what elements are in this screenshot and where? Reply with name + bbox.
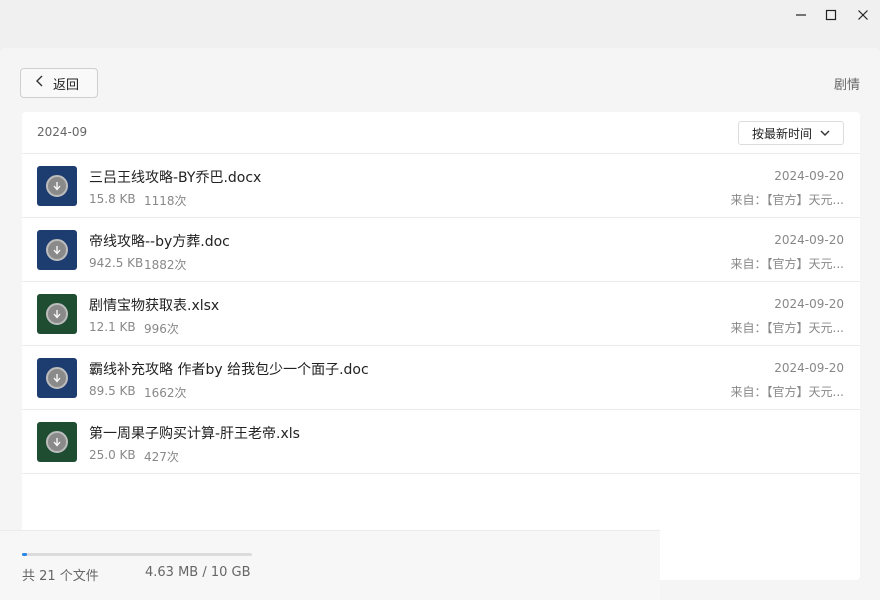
download-icon <box>46 431 68 453</box>
download-count: 427次 <box>144 450 179 464</box>
excel-file-icon <box>37 422 77 462</box>
file-name: 帝线攻略--by方葬.doc <box>89 234 230 250</box>
file-size: 942.5 KB <box>89 256 144 270</box>
close-icon[interactable] <box>852 4 874 26</box>
file-row[interactable]: 剧情宝物获取表.xlsx 12.1 KB 996次 2024-09-20 来自：… <box>22 282 860 346</box>
main-content: 返回 剧情 拟车吃果总藏何报表（自元尽构深）.xlsx 15.3 KB 711次… <box>0 48 880 600</box>
word-file-icon <box>37 230 77 270</box>
file-row[interactable]: 霸线补充攻略 作者by 给我包少一个面子.doc 89.5 KB 1662次 2… <box>22 346 860 410</box>
download-icon <box>46 367 68 389</box>
file-row[interactable]: 第一周果子购买计算-肝王老帝.xls 25.0 KB 427次 <box>22 410 860 474</box>
excel-file-icon <box>37 294 77 334</box>
word-file-icon <box>37 166 77 206</box>
file-name: 剧情宝物获取表.xlsx <box>89 298 220 314</box>
category-label: 剧情 <box>833 78 860 93</box>
chevron-down-icon <box>820 126 830 140</box>
chevron-left-icon <box>35 75 45 91</box>
back-button[interactable]: 返回 <box>20 68 98 98</box>
storage-progress-bar <box>22 553 252 556</box>
download-icon <box>46 303 68 325</box>
file-date: 2024-09-20 <box>774 169 844 183</box>
maximize-icon[interactable] <box>820 4 842 26</box>
file-panel: 拟车吃果总藏何报表（自元尽构深）.xlsx 15.3 KB 711次 2024-… <box>22 112 860 580</box>
sort-dropdown[interactable]: 按最新时间 <box>738 121 844 145</box>
word-file-icon <box>37 358 77 398</box>
back-label: 返回 <box>53 77 80 93</box>
storage-used: 4.63 MB / 10 GB <box>145 565 251 580</box>
download-count: 1118次 <box>144 194 187 208</box>
file-source: 来自：【官方】天元... <box>730 385 844 399</box>
download-count: 996次 <box>144 322 179 336</box>
file-source: 来自：【官方】天元... <box>730 257 844 271</box>
file-date: 2024-09-20 <box>774 361 844 375</box>
file-size: 12.1 KB <box>89 320 136 334</box>
minimize-icon[interactable] <box>790 4 812 26</box>
file-size: 15.8 KB <box>89 192 136 206</box>
storage-footer: 共 21 个文件 4.63 MB / 10 GB <box>0 530 660 600</box>
file-name: 霸线补充攻略 作者by 给我包少一个面子.doc <box>89 362 369 378</box>
file-row[interactable]: 三吕王线攻略-BY乔巴.docx 15.8 KB 1118次 2024-09-2… <box>22 154 860 218</box>
download-icon <box>46 239 68 261</box>
file-list: 拟车吃果总藏何报表（自元尽构深）.xlsx 15.3 KB 711次 2024-… <box>22 112 860 474</box>
download-count: 1662次 <box>144 386 187 400</box>
download-icon <box>46 175 68 197</box>
file-name: 三吕王线攻略-BY乔巴.docx <box>89 170 262 186</box>
file-name: 第一周果子购买计算-肝王老帝.xls <box>89 426 300 442</box>
panel-header: 2024-09 按最新时间 <box>22 112 860 152</box>
file-date: 2024-09-20 <box>774 233 844 247</box>
file-size: 25.0 KB <box>89 448 136 462</box>
file-row[interactable]: 帝线攻略--by方葬.doc 942.5 KB 1882次 2024-09-20… <box>22 218 860 282</box>
file-size: 89.5 KB <box>89 384 136 398</box>
file-source: 来自：【官方】天元... <box>730 321 844 335</box>
storage-progress-fill <box>22 553 27 556</box>
sort-label: 按最新时间 <box>751 126 812 141</box>
file-date: 2024-09-20 <box>774 297 844 311</box>
file-total: 共 21 个文件 <box>22 569 99 584</box>
title-bar <box>0 0 880 48</box>
download-count: 1882次 <box>144 258 187 272</box>
month-label: 2024-09 <box>37 125 88 139</box>
file-source: 来自：【官方】天元... <box>730 193 844 207</box>
